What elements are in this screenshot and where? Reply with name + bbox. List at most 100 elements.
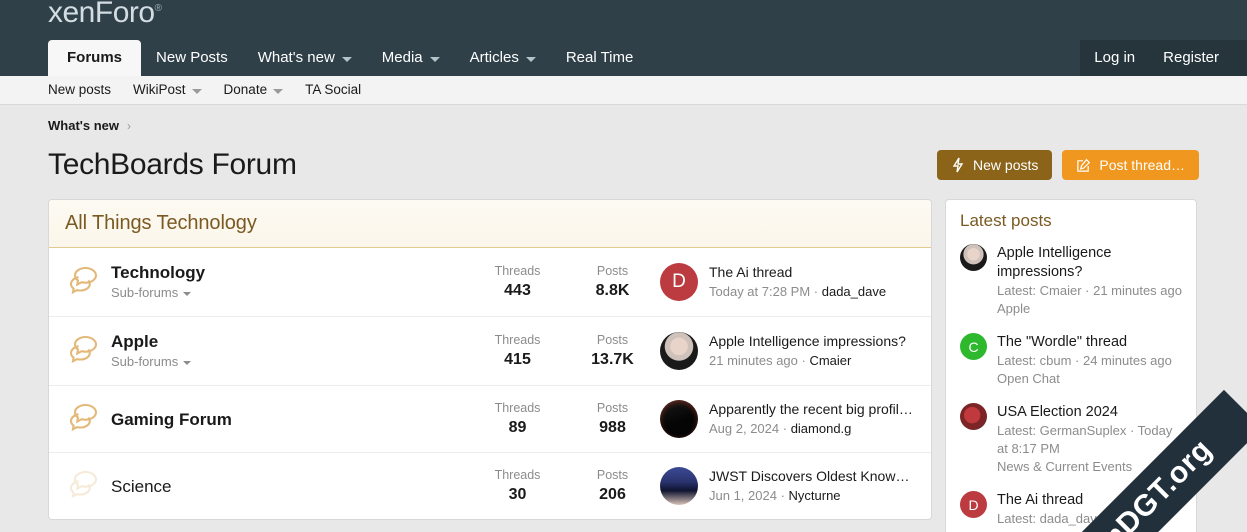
post-thread-button[interactable]: Post thread… <box>1062 150 1199 180</box>
stat-threads: Threads 30 <box>470 467 565 505</box>
content-area: All Things Technology Technology Sub-forum… <box>48 199 1199 532</box>
latest-post-text: Apparently the recent big profile g… Aug … <box>709 400 915 438</box>
latest-post-meta: Jun 1, 2024 · Nycturne <box>709 486 915 505</box>
chevron-down-icon <box>525 56 536 62</box>
nav-tab-forums[interactable]: Forums <box>48 40 142 76</box>
forum-category-block: All Things Technology Technology Sub-forum… <box>48 199 932 520</box>
pencil-square-icon <box>1076 158 1091 173</box>
latest-post-node[interactable]: News & Current Events <box>997 458 1182 476</box>
latest-post-username[interactable]: Nycturne <box>789 488 841 503</box>
new-posts-button[interactable]: New posts <box>937 150 1053 180</box>
latest-post-title[interactable]: The Ai thread <box>709 263 886 282</box>
latest-post-node[interactable]: Open Chat <box>997 370 1182 388</box>
page-body: What's new › TechBoards Forum New posts <box>0 105 1247 532</box>
forum-node-info: Gaming Forum <box>111 409 470 430</box>
latest-posts-list: Apple Intelligence impressions? Latest: C… <box>946 240 1196 532</box>
nav-tab-what-s-new[interactable]: What's new <box>243 40 367 76</box>
site-logo[interactable]: xenForo® <box>48 0 162 30</box>
stat-posts-label: Posts <box>596 468 629 482</box>
latest-post-time[interactable]: 21 minutes ago <box>709 353 798 368</box>
nav-tab-label: New Posts <box>156 49 228 66</box>
latest-post-time[interactable]: Aug 2, 2024 <box>709 421 779 436</box>
forum-node-title[interactable]: Gaming Forum <box>111 409 460 430</box>
forum-category-title: All Things Technology <box>49 200 931 248</box>
forum-node-title[interactable]: Science <box>111 476 460 497</box>
speech-bubbles-icon <box>65 469 103 504</box>
latest-post-username[interactable]: dada_dave <box>822 284 886 299</box>
stat-threads-value: 415 <box>504 351 531 368</box>
avatar[interactable]: C <box>960 333 987 360</box>
nav-tab-new-posts[interactable]: New Posts <box>141 40 243 76</box>
avatar[interactable] <box>660 467 698 505</box>
new-posts-button-label: New posts <box>973 157 1039 173</box>
nav-tab-articles[interactable]: Articles <box>455 40 551 76</box>
stat-posts-label: Posts <box>596 401 629 415</box>
stat-threads: Threads 89 <box>470 400 565 438</box>
latest-post-time[interactable]: Jun 1, 2024 <box>709 488 777 503</box>
avatar[interactable]: D <box>660 263 698 301</box>
stat-posts: Posts 988 <box>565 400 660 438</box>
forum-node-icon <box>65 265 111 300</box>
nav-tab-media[interactable]: Media <box>367 40 455 76</box>
latest-posts-widget: Latest posts Apple Intelligence impressi… <box>945 199 1197 532</box>
stat-threads-value: 30 <box>508 486 527 503</box>
forum-node-title[interactable]: Technology <box>111 262 460 283</box>
main-navigation: Forums New Posts What's new Media Articles Re… <box>0 40 1247 76</box>
latest-post-node[interactable]: Apple <box>997 300 1182 318</box>
secondary-navigation: New posts WikiPost Donate TA Social <box>0 76 1247 105</box>
breadcrumb-item-whats-new[interactable]: What's new <box>48 118 119 133</box>
forum-node-title[interactable]: Apple <box>111 331 460 352</box>
latest-post-time[interactable]: Today at 7:28 PM <box>709 284 810 299</box>
forum-node-row: Science Threads 30 Posts 206 JWST Discovers O… <box>49 453 931 519</box>
subnav-item-new-posts[interactable]: New posts <box>48 76 122 104</box>
subnav-item-wikipost[interactable]: WikiPost <box>122 76 213 104</box>
forum-node-stats: Threads 89 Posts 988 <box>470 400 660 438</box>
nav-tab-label: What's new <box>257 49 335 66</box>
latest-post-item: USA Election 2024 Latest: GermanSuplex · … <box>960 399 1182 487</box>
sub-forums-toggle[interactable]: Sub-forums <box>111 354 192 369</box>
latest-post-item: D The Ai thread Latest: dada_dave · Today … <box>960 487 1182 532</box>
avatar[interactable] <box>660 332 698 370</box>
forum-node-row: Apple Sub-forums Threads 415 Posts 13.7K Apple… <box>49 317 931 386</box>
post-thread-button-label: Post thread… <box>1099 157 1185 173</box>
latest-post-title[interactable]: USA Election 2024 <box>997 403 1182 422</box>
meta-separator: · <box>810 284 822 299</box>
chevron-down-icon <box>429 56 440 62</box>
stat-posts-value: 206 <box>599 486 626 503</box>
forum-node-icon <box>65 334 111 369</box>
meta-separator: · <box>797 353 810 368</box>
stat-threads: Threads 443 <box>470 263 565 301</box>
stat-posts-value: 8.8K <box>595 282 630 299</box>
latest-post-text: Apple Intelligence impressions? 21 minute… <box>709 332 906 370</box>
forum-node-latest-post: Apparently the recent big profile g… Aug … <box>660 400 915 438</box>
latest-post-meta: Aug 2, 2024 · diamond.g <box>709 419 915 438</box>
avatar[interactable] <box>660 400 698 438</box>
sub-forums-label: Sub-forums <box>111 354 179 369</box>
sub-forums-toggle[interactable]: Sub-forums <box>111 285 192 300</box>
nav-register[interactable]: Register <box>1149 40 1233 76</box>
avatar[interactable] <box>960 244 987 271</box>
nav-user-actions: Log in Register <box>1080 40 1247 76</box>
nav-tab-real-time[interactable]: Real Time <box>551 40 649 76</box>
latest-post-username[interactable]: Cmaier <box>809 353 851 368</box>
forum-node-latest-post: Apple Intelligence impressions? 21 minute… <box>660 332 915 370</box>
latest-post-title[interactable]: JWST Discovers Oldest Known G… <box>709 467 915 486</box>
latest-posts-title: Latest posts <box>960 211 1052 230</box>
nav-tab-label: Media <box>381 49 423 66</box>
stat-threads-label: Threads <box>494 264 541 278</box>
latest-post-title[interactable]: Apple Intelligence impressions? <box>997 244 1182 282</box>
subnav-item-ta-social[interactable]: TA Social <box>294 76 372 104</box>
subnav-item-donate[interactable]: Donate <box>213 76 295 104</box>
forum-node-stats: Threads 443 Posts 8.8K <box>470 263 660 301</box>
latest-post-username[interactable]: diamond.g <box>791 421 852 436</box>
latest-post-title[interactable]: Apple Intelligence impressions? <box>709 332 906 351</box>
latest-post-title[interactable]: The "Wordle" thread <box>997 333 1182 352</box>
stat-posts-value: 988 <box>599 419 626 436</box>
avatar[interactable] <box>960 403 987 430</box>
nav-log-in[interactable]: Log in <box>1080 40 1149 76</box>
avatar[interactable]: D <box>960 491 987 518</box>
stat-threads-label: Threads <box>494 333 541 347</box>
latest-post-title[interactable]: Apparently the recent big profile g… <box>709 400 915 419</box>
latest-post-title[interactable]: The Ai thread <box>997 491 1182 510</box>
breadcrumb-separator-icon: › <box>127 118 131 133</box>
